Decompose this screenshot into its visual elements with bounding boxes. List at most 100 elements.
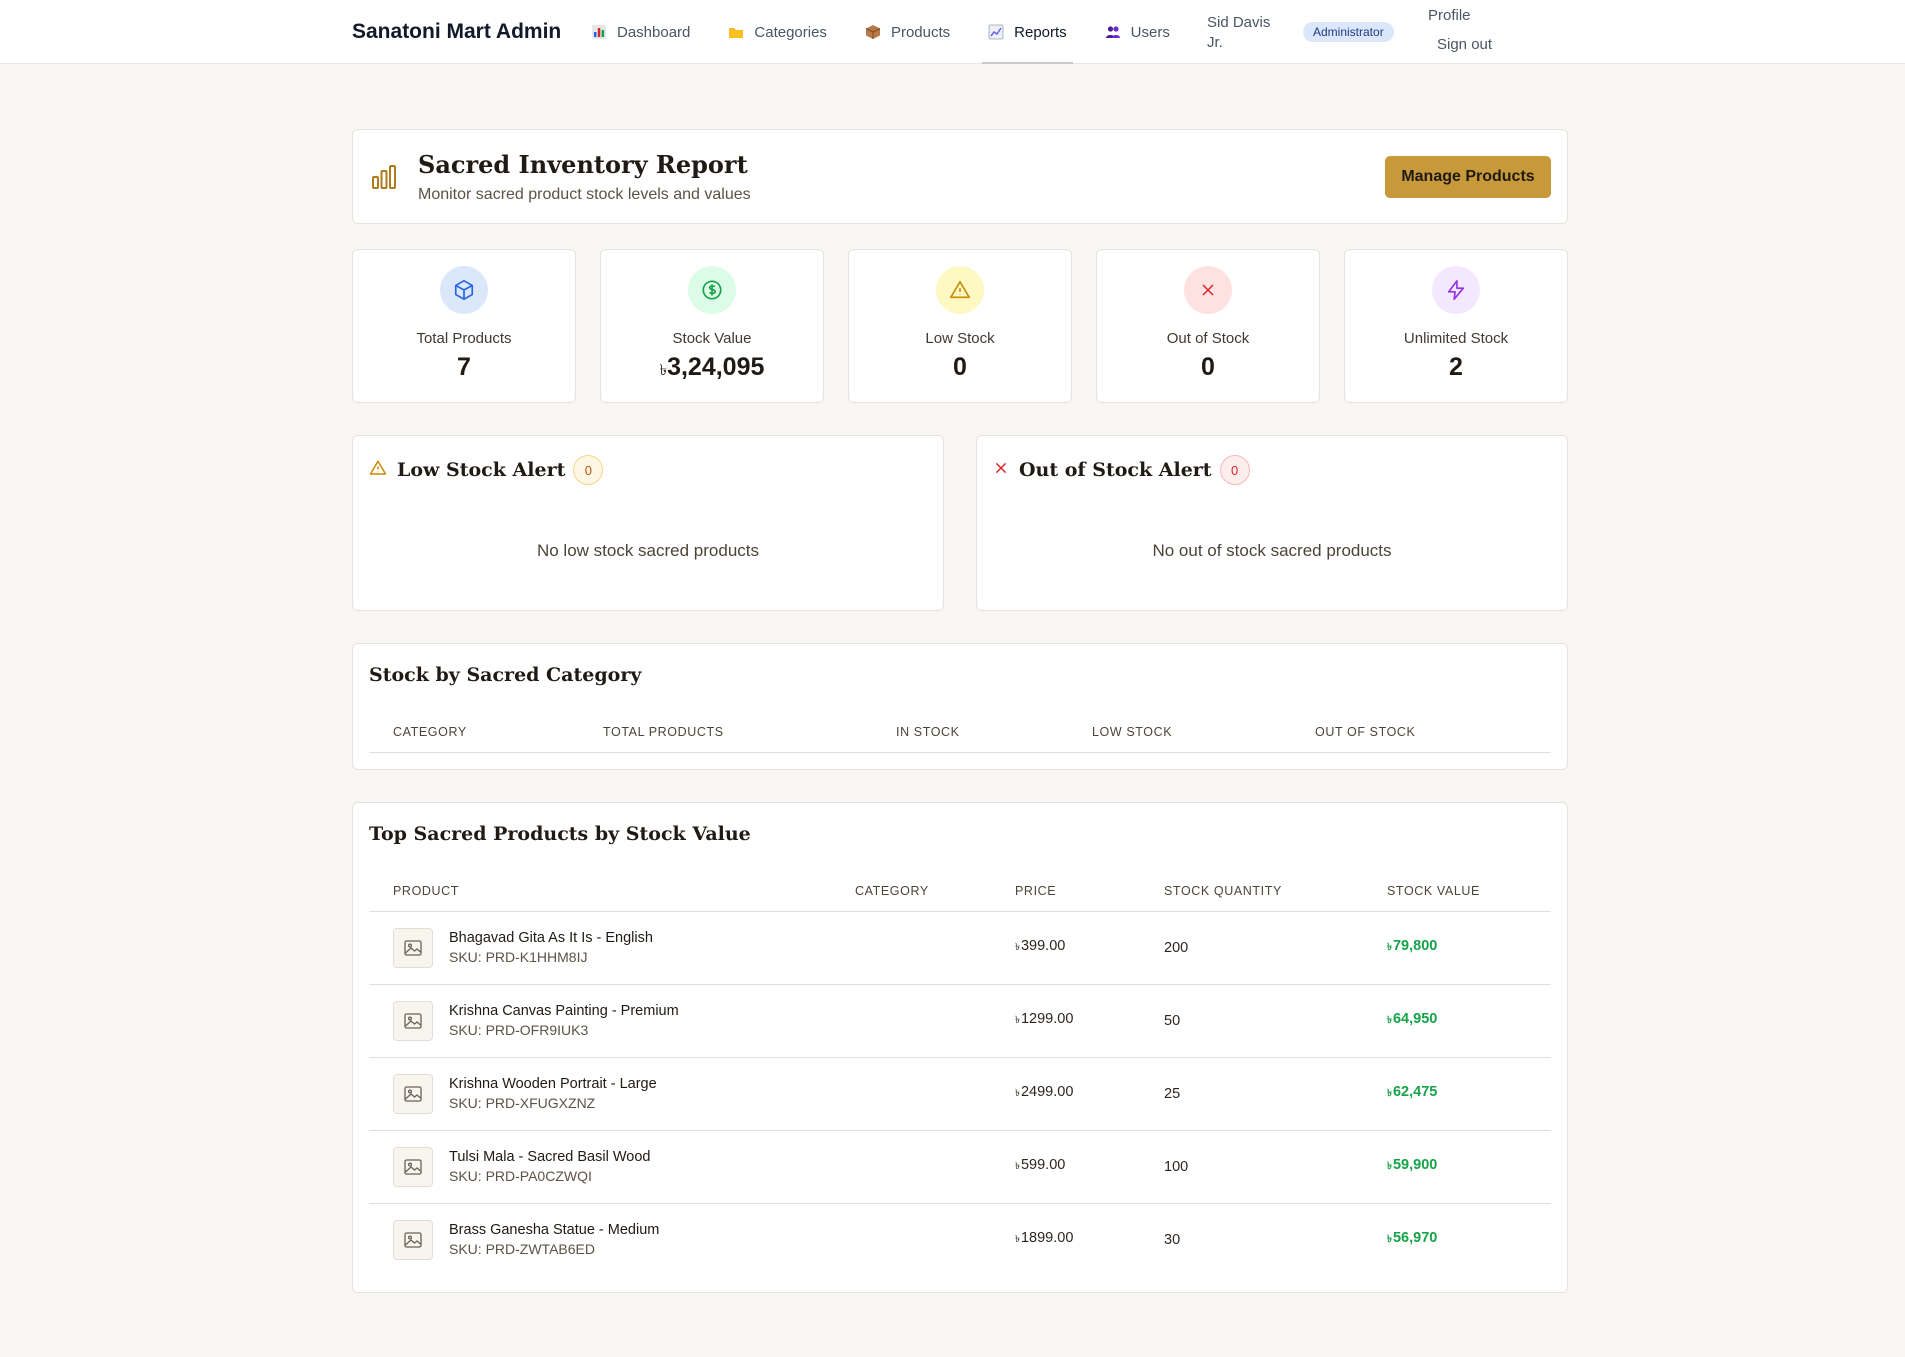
main-nav: Dashboard Categories Products Reports Us… — [585, 0, 1202, 64]
stock-value-number: 56,970 — [1392, 1230, 1438, 1247]
currency-symbol: ৳ — [1387, 942, 1392, 953]
dollar-icon — [688, 266, 736, 314]
box-icon — [440, 266, 488, 314]
product-stock-value: ৳64,950 — [1363, 984, 1551, 1058]
product-quantity: 200 — [1140, 911, 1363, 985]
nav-reports[interactable]: Reports — [982, 0, 1073, 64]
currency-symbol: ৳ — [659, 362, 668, 379]
stat-label: Unlimited Stock — [1403, 330, 1509, 347]
column-header[interactable]: PRICE — [991, 871, 1140, 912]
folder-icon — [728, 24, 744, 40]
product-price: ৳399.00 — [991, 911, 1140, 985]
table-row[interactable]: Tulsi Mala - Sacred Basil Wood SKU: PRD-P… — [369, 1130, 1551, 1204]
nav-dashboard[interactable]: Dashboard — [585, 0, 696, 64]
stock-value-number: 64,950 — [1392, 1011, 1438, 1027]
nav-label: Users — [1130, 23, 1170, 41]
nav-label: Dashboard — [617, 23, 691, 41]
product-quantity: 25 — [1140, 1057, 1363, 1131]
sign-out-link[interactable]: Sign out — [1437, 36, 1492, 53]
product-price: ৳1299.00 — [991, 984, 1140, 1058]
stat-total-products: Total Products 7 — [352, 249, 576, 403]
column-header[interactable]: CATEGORY — [831, 871, 991, 912]
profile-link[interactable]: Profile — [1428, 7, 1471, 24]
stat-stock-value: Stock Value ৳3,24,095 — [600, 249, 824, 403]
price-value: 599.00 — [1020, 1157, 1066, 1173]
currency-symbol: ৳ — [1015, 1234, 1020, 1246]
product-category — [831, 1130, 991, 1204]
product-name[interactable]: Bhagavad Gita As It Is - English — [449, 930, 653, 946]
stat-value-number: 3,24,095 — [667, 353, 765, 381]
stat-value: 7 — [457, 353, 471, 381]
column-header[interactable]: STOCK QUANTITY — [1140, 871, 1363, 912]
table-row[interactable]: Brass Ganesha Statue - Medium SKU: PRD-ZW… — [369, 1203, 1551, 1276]
section-title: Stock by Sacred Category — [369, 664, 642, 686]
table-row[interactable]: Krishna Canvas Painting - Premium SKU: PR… — [369, 984, 1551, 1058]
column-header[interactable]: PRODUCT — [369, 871, 831, 912]
stat-value: 0 — [1201, 353, 1215, 381]
nav-products[interactable]: Products — [859, 0, 956, 64]
page-title: Sacred Inventory Report — [418, 150, 748, 179]
stock-value-number: 79,800 — [1392, 938, 1438, 954]
product-name[interactable]: Brass Ganesha Statue - Medium — [449, 1222, 659, 1238]
image-placeholder-icon — [393, 1146, 433, 1187]
page-subtitle: Monitor sacred product stock levels and … — [418, 186, 751, 203]
product-cell: Krishna Wooden Portrait - Large SKU: PRD-… — [369, 1057, 831, 1131]
price-value: 399.00 — [1020, 938, 1066, 954]
lightning-icon — [1432, 266, 1480, 314]
column-header[interactable]: CATEGORY — [369, 712, 579, 753]
column-header[interactable]: IN STOCK — [872, 712, 1068, 753]
top-navbar: Sanatoni Mart Admin Dashboard Categories… — [0, 0, 1905, 64]
stat-value: 0 — [953, 353, 967, 381]
image-placeholder-icon — [393, 1219, 433, 1260]
product-name[interactable]: Tulsi Mala - Sacred Basil Wood — [449, 1149, 650, 1165]
empty-message: No low stock sacred products — [536, 541, 760, 560]
column-header[interactable]: STOCK VALUE — [1363, 871, 1551, 912]
manage-products-button[interactable]: Manage Products — [1385, 156, 1551, 198]
currency-symbol: ৳ — [1387, 1234, 1392, 1246]
stat-out-of-stock: Out of Stock 0 — [1096, 249, 1320, 403]
x-icon — [1184, 266, 1232, 314]
product-category — [831, 984, 991, 1058]
currency-symbol: ৳ — [1015, 942, 1020, 953]
product-sku: SKU: PRD-OFR9IUK3 — [449, 1022, 589, 1038]
image-placeholder-icon — [393, 927, 433, 968]
table-row[interactable]: Bhagavad Gita As It Is - English SKU: PRD… — [369, 911, 1551, 985]
product-sku: SKU: PRD-XFUGXZNZ — [449, 1095, 596, 1111]
product-stock-value: ৳62,475 — [1363, 1057, 1551, 1131]
product-quantity: 50 — [1140, 984, 1363, 1058]
stat-label: Low Stock — [925, 330, 995, 347]
brand-title[interactable]: Sanatoni Mart Admin — [352, 20, 561, 44]
table-row[interactable]: Krishna Wooden Portrait - Large SKU: PRD-… — [369, 1057, 1551, 1131]
image-placeholder-icon — [393, 1073, 433, 1114]
image-placeholder-icon — [393, 1000, 433, 1041]
column-header[interactable]: TOTAL PRODUCTS — [579, 712, 872, 753]
nav-label: Reports — [1014, 23, 1067, 41]
currency-symbol: ৳ — [1387, 1161, 1392, 1172]
product-name[interactable]: Krishna Canvas Painting - Premium — [449, 1003, 679, 1019]
low-stock-alert-card: Low Stock Alert 0 No low stock sacred pr… — [352, 435, 944, 611]
empty-message: No out of stock sacred products — [1152, 541, 1392, 560]
nav-label: Products — [890, 23, 951, 41]
column-header[interactable]: LOW STOCK — [1068, 712, 1291, 753]
nav-categories[interactable]: Categories — [722, 0, 833, 64]
product-stock-value: ৳56,970 — [1363, 1203, 1551, 1276]
product-name[interactable]: Krishna Wooden Portrait - Large — [449, 1076, 657, 1092]
bar-chart-icon — [591, 24, 607, 40]
currency-symbol: ৳ — [1015, 1015, 1020, 1026]
product-quantity: 30 — [1164, 1231, 1181, 1248]
stock-value-number: 59,900 — [1392, 1157, 1438, 1173]
currency-symbol: ৳ — [1015, 1161, 1020, 1172]
report-bar-chart-icon — [371, 164, 397, 194]
nav-users[interactable]: Users — [1099, 0, 1176, 64]
column-header[interactable]: OUT OF STOCK — [1291, 712, 1551, 753]
currency-symbol: ৳ — [1015, 1088, 1020, 1099]
product-cell: Bhagavad Gita As It Is - English SKU: PRD… — [369, 911, 831, 985]
out-of-stock-alert-card: Out of Stock Alert 0 No out of stock sac… — [976, 435, 1568, 611]
x-icon — [993, 460, 1009, 480]
currency-symbol: ৳ — [1387, 1015, 1392, 1026]
alert-count-badge: 0 — [1219, 455, 1250, 485]
section-title: Top Sacred Products by Stock Value — [369, 823, 751, 845]
stat-label: Stock Value — [672, 330, 752, 347]
stock-by-category-card: Stock by Sacred Category CATEGORY TOTAL … — [352, 643, 1568, 770]
top-products-table: PRODUCT CATEGORY PRICE STOCK QUANTITY ST… — [369, 871, 1551, 1276]
